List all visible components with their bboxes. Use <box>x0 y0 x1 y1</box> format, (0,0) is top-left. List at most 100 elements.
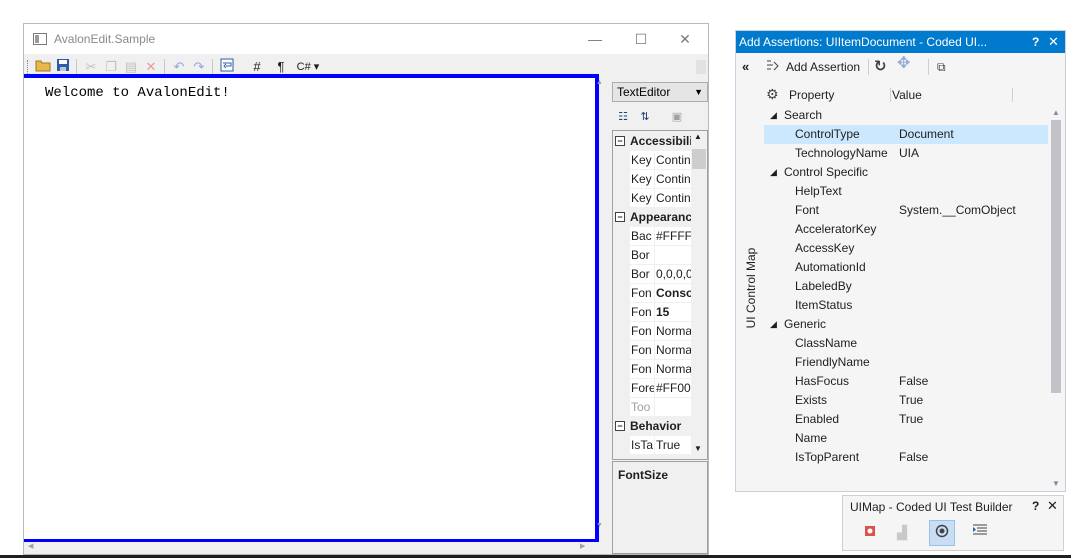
property-name: HelpText <box>795 184 842 198</box>
help-button[interactable]: ? <box>1032 499 1039 513</box>
close-button[interactable]: ✕ <box>662 24 708 54</box>
assertion-property-row[interactable]: AcceleratorKey <box>764 220 1049 239</box>
property-value[interactable]: Contin <box>655 189 691 207</box>
crosshair-target-icon[interactable] <box>929 520 955 546</box>
assertion-property-row[interactable]: AccessKey <box>764 239 1049 258</box>
maximize-button[interactable]: ☐ <box>618 24 664 54</box>
help-button[interactable]: ? <box>1032 31 1039 53</box>
editor-scroll-down-icon[interactable]: ▼ <box>596 522 603 529</box>
property-value[interactable]: 15 <box>655 303 691 321</box>
assertion-property-row[interactable]: Exists True <box>764 391 1049 410</box>
assertion-property-row[interactable]: ClassName <box>764 334 1049 353</box>
scroll-up-icon[interactable]: ▲ <box>1052 108 1060 117</box>
uimap-test-builder: UIMap - Coded UI Test Builder ? ✕ ▟ <box>842 495 1064 551</box>
copy-icon[interactable]: ⧉ <box>937 59 946 75</box>
assertion-property-row[interactable]: ItemStatus <box>764 296 1049 315</box>
add-assertion-button[interactable]: Add Assertion <box>786 59 860 75</box>
property-value[interactable]: 0,0,0,0 <box>655 265 691 283</box>
assertion-property-row[interactable]: ControlType Document <box>764 125 1049 144</box>
property-column-label[interactable]: Property <box>789 88 834 102</box>
scroll-up-icon[interactable]: ▲ <box>694 132 702 141</box>
property-value[interactable] <box>655 246 691 264</box>
property-value: False <box>899 450 929 464</box>
editor-scroll-up-icon[interactable]: ▲ <box>596 79 603 86</box>
property-row[interactable]: Fon Norma <box>613 322 691 341</box>
close-button[interactable]: ✕ <box>1047 498 1058 514</box>
property-value[interactable]: Contin <box>655 151 691 169</box>
show-recorded-steps-icon[interactable]: ▟ <box>889 520 915 546</box>
property-category[interactable]: − Behavior <box>613 417 691 436</box>
ui-control-map-tab[interactable]: UI Control Map <box>736 81 764 491</box>
editor-horizontal-scrollbar[interactable]: ◀ ▶ <box>24 542 604 554</box>
property-row[interactable]: Fore#FF000 <box>613 379 691 398</box>
property-row[interactable]: Fon Norma <box>613 341 691 360</box>
property-row[interactable]: Key Contin <box>613 151 691 170</box>
property-row[interactable]: Too <box>613 398 691 417</box>
categorized-icon[interactable]: ☷ <box>614 108 632 126</box>
property-row[interactable]: Fon Norma <box>613 360 691 379</box>
value-column-label[interactable]: Value <box>892 88 922 102</box>
minimize-button[interactable]: — <box>572 24 618 54</box>
property-value[interactable]: Norma <box>655 322 691 340</box>
assertion-property-row[interactable]: Font System.__ComObject <box>764 201 1049 220</box>
scroll-left-icon[interactable]: ◀ <box>28 542 33 550</box>
property-value[interactable] <box>655 398 691 416</box>
move-crosshair-icon[interactable]: ✥ <box>897 56 910 72</box>
scroll-thumb[interactable] <box>1051 120 1061 393</box>
assertion-property-row[interactable]: TechnologyName UIA <box>764 144 1049 163</box>
expanded-triangle-icon[interactable]: ◢ <box>770 163 777 182</box>
property-object-select[interactable]: TextEditor ▼ <box>612 82 708 102</box>
assertion-property-row[interactable]: IsTopParent False <box>764 448 1049 467</box>
assertion-property-row[interactable]: FriendlyName <box>764 353 1049 372</box>
column-divider[interactable] <box>1012 88 1013 102</box>
scroll-thumb[interactable] <box>692 149 706 169</box>
property-row[interactable]: Bac#FFFFF <box>613 227 691 246</box>
sort-alphabetical-icon[interactable]: ⇅ <box>636 108 654 126</box>
collapse-button[interactable]: « <box>742 59 749 75</box>
property-value[interactable]: Consol <box>655 284 691 302</box>
property-row[interactable]: Key Contin <box>613 170 691 189</box>
property-row[interactable]: IsTa True <box>613 436 691 455</box>
property-value[interactable]: #FF000 <box>655 379 691 397</box>
assertion-property-row[interactable]: LabeledBy <box>764 277 1049 296</box>
property-pages-icon[interactable]: ▣ <box>668 108 686 126</box>
text-editor[interactable]: Welcome to AvalonEdit! <box>24 74 599 543</box>
assertion-list-scrollbar[interactable]: ▲ ▼ <box>1048 106 1064 491</box>
collapse-minus-icon[interactable]: − <box>615 212 625 222</box>
property-value[interactable]: True <box>655 436 691 454</box>
expanded-triangle-icon[interactable]: ◢ <box>770 106 777 125</box>
property-category[interactable]: − Appearanc <box>613 208 691 227</box>
assertion-property-row[interactable]: HelpText <box>764 182 1049 201</box>
collapse-minus-icon[interactable]: − <box>615 421 625 431</box>
scroll-right-icon[interactable]: ▶ <box>580 542 585 550</box>
gear-icon[interactable]: ⚙ <box>766 86 779 103</box>
close-button[interactable]: ✕ <box>1048 31 1059 53</box>
property-value[interactable]: Contin <box>655 170 691 188</box>
property-row[interactable]: Bor <box>613 246 691 265</box>
expanded-triangle-icon[interactable]: ◢ <box>770 315 777 334</box>
assertion-property-row[interactable]: Enabled True <box>764 410 1049 429</box>
record-icon[interactable] <box>857 520 883 546</box>
property-category[interactable]: − Accessibilit <box>613 132 691 151</box>
scroll-down-icon[interactable]: ▼ <box>694 444 702 453</box>
refresh-icon[interactable]: ↻ <box>874 59 887 75</box>
assertion-property-row[interactable]: AutomationId <box>764 258 1049 277</box>
column-divider[interactable] <box>890 88 891 102</box>
property-row[interactable]: FonConsol <box>613 284 691 303</box>
property-row[interactable]: Key Contin <box>613 189 691 208</box>
assertion-property-row[interactable]: Name <box>764 429 1049 448</box>
property-grid-scrollbar[interactable]: ▲ ▼ <box>691 131 707 459</box>
generate-code-icon[interactable] <box>967 520 993 546</box>
property-group[interactable]: ◢ Search <box>764 106 1049 125</box>
assertion-property-row[interactable]: HasFocus False <box>764 372 1049 391</box>
property-group[interactable]: ◢ Generic <box>764 315 1049 334</box>
scroll-down-icon[interactable]: ▼ <box>1052 479 1060 488</box>
property-group[interactable]: ◢ Control Specific <box>764 163 1049 182</box>
property-value[interactable]: Norma <box>655 341 691 359</box>
property-value[interactable]: #FFFFF <box>655 227 691 245</box>
collapse-minus-icon[interactable]: − <box>615 136 625 146</box>
property-row[interactable]: Bor 0,0,0,0 <box>613 265 691 284</box>
property-row[interactable]: Fon 15 <box>613 303 691 322</box>
property-value[interactable]: Norma <box>655 360 691 378</box>
toolbar-overflow-icon[interactable] <box>696 60 706 74</box>
